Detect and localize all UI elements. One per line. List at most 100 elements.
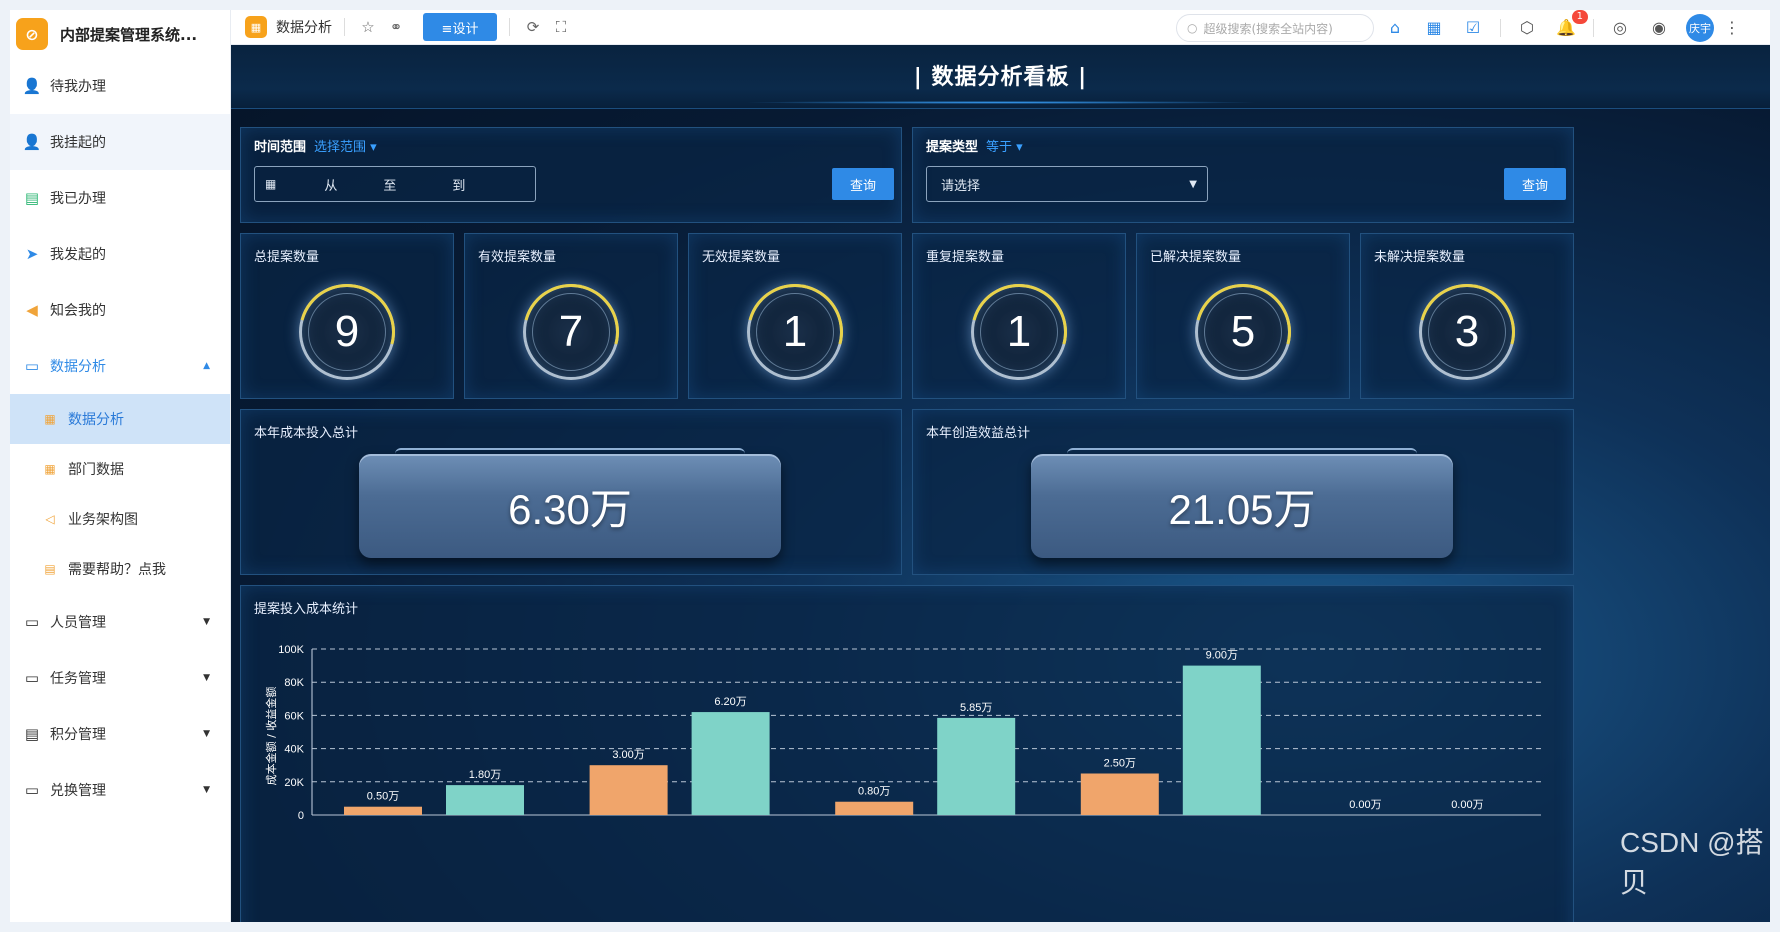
sidebar-item-label: 数据分析 (50, 359, 106, 375)
app-title: 内部提案管理系统... (60, 25, 198, 44)
sidebar-item-suspended[interactable]: 👤 我挂起的 (10, 114, 230, 170)
link-icon[interactable]: ⚭ (385, 16, 407, 38)
sidebar-subitem-department[interactable]: ▦ 部门数据 (10, 444, 230, 494)
filter-type-header: 提案类型 等于 ▾ (926, 136, 1023, 155)
benefit-data-label: 1.80万 (469, 769, 501, 781)
stat-value: 1 (782, 307, 808, 356)
refresh-icon[interactable]: ⟳ (522, 16, 544, 38)
chevron-up-icon: ▲ (203, 361, 210, 371)
stat-value: 1 (1006, 307, 1032, 356)
stat-card-total: 总提案数量 9 (240, 233, 454, 399)
date-to-label: 至 (383, 178, 397, 194)
done-icon: ▤ (24, 189, 40, 207)
divider (1593, 18, 1594, 37)
proposal-type-select[interactable]: 请选择 ▼ (926, 166, 1208, 202)
sidebar-item-done[interactable]: ▤ 我已办理 (10, 170, 230, 226)
stat-label: 无效提案数量 (702, 250, 781, 265)
stat-card-invalid: 无效提案数量 1 (688, 233, 902, 399)
sidebar-item-label: 积分管理 (50, 727, 106, 743)
money-plate: 21.05万 (1031, 448, 1453, 558)
task-check-icon[interactable]: ☑ (1461, 16, 1485, 40)
sidebar-item-label: 知会我的 (50, 303, 106, 319)
y-tick-label: 0 (298, 810, 304, 822)
chart-panel: 提案投入成本统计 0 20K 40K 60K 80K 100K 成本金额 / 收益金额 0.5… (240, 585, 1574, 922)
speaker-icon: ◁ (45, 512, 55, 526)
panel-label: 本年成本投入总计 (254, 426, 359, 441)
date-range-input[interactable]: ▦ 从 至 到 (254, 166, 536, 202)
money-plate: 6.30万 (359, 448, 781, 558)
sidebar-subitem-analysis[interactable]: ▦ 数据分析 (10, 394, 230, 444)
sidebar-group-analysis[interactable]: ▭ 数据分析 ▲ (10, 338, 230, 394)
more-icon[interactable]: ⋮ (1720, 16, 1744, 40)
filter-type-panel: 提案类型 等于 ▾ 请选择 ▼ 查询 (912, 127, 1574, 223)
title-glow (741, 101, 1261, 104)
filter-operator-dropdown[interactable]: 等于 ▾ (986, 140, 1023, 155)
app-logo[interactable]: ⊘ 内部提案管理系统... (10, 10, 230, 58)
cost-bar (1080, 773, 1159, 815)
app-window: ⊘ 内部提案管理系统... 👤 待我办理 👤 我挂起的 ▤ 我已办理 ➤ 我发起… (10, 10, 1770, 922)
dashboard: | 数据分析看板 | 时间范围 选择范围 ▾ ▦ 从 至 到 查询 提案类型 等于 … (231, 45, 1770, 922)
query-button[interactable]: 查询 (832, 168, 894, 200)
home-icon[interactable]: ⌂ (1383, 16, 1407, 40)
folder-icon: ▭ (24, 781, 40, 799)
settings-icon[interactable]: ⬡ (1515, 16, 1539, 40)
stat-label: 重复提案数量 (926, 250, 1005, 265)
y-tick-label: 20K (284, 777, 304, 789)
filter-time-panel: 时间范围 选择范围 ▾ ▦ 从 至 到 查询 (240, 127, 902, 223)
search-input[interactable]: ○ 超级搜索(搜索全站内容) (1176, 14, 1374, 42)
sidebar-group-points[interactable]: ▤ 积分管理 ▼ (10, 706, 230, 762)
compass-icon[interactable]: ◎ (1608, 16, 1632, 40)
sidebar-item-notified[interactable]: ◀ 知会我的 (10, 282, 230, 338)
query-button[interactable]: 查询 (1504, 168, 1566, 200)
stat-value: 3 (1454, 307, 1480, 356)
stat-ring: 3 (1361, 266, 1573, 398)
sidebar-item-initiated[interactable]: ➤ 我发起的 (10, 226, 230, 282)
stat-value: 5 (1230, 307, 1256, 356)
star-icon[interactable]: ☆ (357, 16, 379, 38)
panel-label: 本年创造效益总计 (926, 426, 1031, 441)
cost-data-label: 0.50万 (367, 791, 399, 803)
sidebar-item-label: 我已办理 (50, 191, 106, 207)
design-button[interactable]: ≡设计 (423, 13, 497, 41)
sidebar-subitem-help[interactable]: ▤ 需要帮助？点我 (10, 544, 230, 594)
filter-operator-dropdown[interactable]: 选择范围 ▾ (314, 140, 377, 155)
y-axis-title: 成本金额 / 收益金额 (264, 687, 278, 786)
chart-icon: ▦ (44, 412, 56, 426)
benefit-bar (937, 717, 1016, 815)
bell-icon[interactable]: 🔔 1 (1554, 10, 1588, 40)
sidebar-group-people[interactable]: ▭ 人员管理 ▼ (10, 594, 230, 650)
topbar: ▦ 数据分析 ☆ ⚭ ≡设计 ⟳ ⛶ ○ 超级搜索(搜索全站内容) ⌂ ▦ ☑ … (231, 10, 1770, 45)
y-tick-label: 60K (284, 710, 304, 722)
cost-total-value: 6.30万 (508, 485, 632, 533)
sidebar-item-label: 需要帮助？点我 (68, 562, 166, 578)
profile-icon[interactable]: ◉ (1647, 16, 1671, 40)
sidebar-group-exchange[interactable]: ▭ 兑换管理 ▼ (10, 762, 230, 818)
topbar-actions: ⌂ ▦ ☑ ⬡ 🔔 1 ◎ ◉ 庆宇 ⋮ (1383, 10, 1759, 45)
y-tick-label: 80K (284, 677, 304, 689)
filter-label: 时间范围 (254, 140, 307, 155)
sidebar-item-label: 部门数据 (68, 462, 124, 478)
stat-label: 未解决提案数量 (1374, 250, 1466, 265)
apps-icon[interactable]: ▦ (1422, 16, 1446, 40)
fullscreen-icon[interactable]: ⛶ (550, 16, 572, 38)
cost-total-panel: 本年成本投入总计 6.30万 (240, 409, 902, 575)
stat-ring: 9 (241, 266, 453, 398)
sidebar: ⊘ 内部提案管理系统... 👤 待我办理 👤 我挂起的 ▤ 我已办理 ➤ 我发起… (10, 10, 231, 922)
chevron-down-icon: ▼ (203, 673, 210, 683)
y-tick-label: 40K (284, 744, 304, 756)
sidebar-group-tasks[interactable]: ▭ 任务管理 ▼ (10, 650, 230, 706)
sidebar-item-label: 我发起的 (50, 247, 106, 263)
benefit-total-panel: 本年创造效益总计 21.05万 (912, 409, 1574, 575)
sidebar-subitem-architecture[interactable]: ◁ 业务架构图 (10, 494, 230, 544)
compass-icon: ⊘ (16, 18, 48, 50)
filter-time-header: 时间范围 选择范围 ▾ (254, 136, 377, 155)
watermark: CSDN @搭贝 (1620, 827, 1764, 898)
calendar-icon: ▦ (265, 177, 277, 191)
stat-ring: 1 (689, 266, 901, 398)
cost-bar (344, 806, 422, 815)
benefit-bar (691, 712, 770, 815)
cost-data-label: 3.00万 (612, 749, 644, 761)
sidebar-item-todo[interactable]: 👤 待我办理 (10, 58, 230, 114)
avatar[interactable]: 庆宇 (1686, 13, 1714, 42)
date-end-label: 到 (452, 178, 466, 194)
